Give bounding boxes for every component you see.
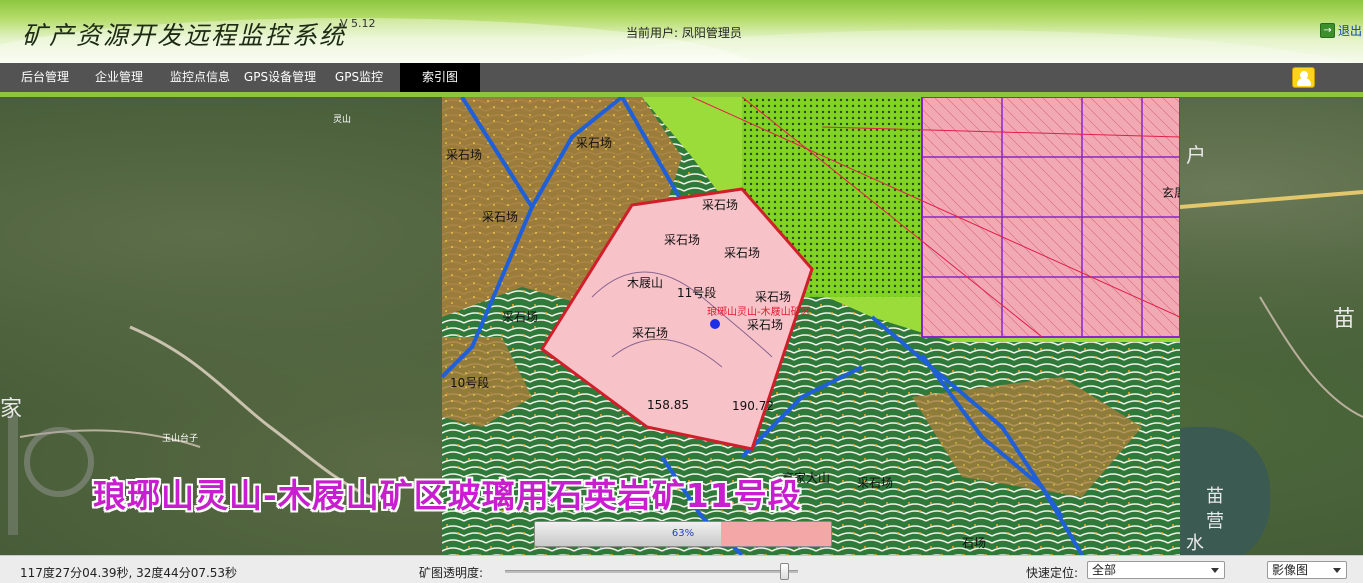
svg-text:采石场: 采石场 xyxy=(702,198,738,212)
zoom-slider[interactable] xyxy=(8,415,18,535)
opacity-slider-thumb[interactable] xyxy=(780,563,790,580)
exit-icon: → xyxy=(1320,23,1335,38)
nav-item-index-map[interactable]: 索引图 xyxy=(400,63,480,92)
nav-item-monitor-points[interactable]: 监控点信息 xyxy=(161,63,239,92)
version-label: V 5.12 xyxy=(340,17,376,30)
main-nav: 后台管理 企业管理 监控点信息 GPS设备管理 GPS监控 索引图 xyxy=(0,63,1363,92)
logout-label: 退出 xyxy=(1338,24,1363,38)
map-label-hu: 户 xyxy=(1186,143,1206,167)
quick-locate-select[interactable]: 全部 xyxy=(1087,561,1225,579)
quick-locate-value: 全部 xyxy=(1092,563,1117,577)
quick-locate-label: 快速定位: xyxy=(1026,566,1079,580)
svg-text:158.85: 158.85 xyxy=(647,398,689,412)
svg-text:采石场: 采石场 xyxy=(502,310,538,324)
map-label-ying: 营 xyxy=(1206,511,1224,532)
svg-text:11号段: 11号段 xyxy=(677,285,716,300)
svg-text:190.72: 190.72 xyxy=(732,399,774,413)
svg-text:石场: 石场 xyxy=(962,536,986,550)
svg-text:10号段: 10号段 xyxy=(450,375,489,390)
opacity-label: 矿图透明度: xyxy=(419,566,484,580)
nav-item-gps-devices[interactable]: GPS设备管理 xyxy=(240,63,320,92)
svg-text:采石场: 采石场 xyxy=(576,136,612,150)
map-label-shui: 水 xyxy=(1186,533,1204,554)
coordinates-readout: 117度27分04.39秒, 32度44分07.53秒 xyxy=(20,566,238,580)
nav-item-admin[interactable]: 后台管理 xyxy=(10,63,80,92)
progress-text: 63% xyxy=(671,528,695,539)
loading-progress-bar: 63% xyxy=(534,521,832,547)
map-label-miao-1: 苗 xyxy=(1333,307,1356,332)
svg-text:采石场: 采石场 xyxy=(664,233,700,247)
basemap-select[interactable]: 影像图 xyxy=(1267,561,1347,579)
map-label-lingshan: 灵山 xyxy=(333,115,352,125)
svg-text:琅琊山灵山-木屐山矿区: 琅琊山灵山-木屐山矿区 xyxy=(707,305,811,318)
map-view[interactable]: 采石场 采石场 采石场 采石场 采石场 采石场 木屐山 11号段 采石场 采石场… xyxy=(0,97,1363,555)
svg-text:采石场: 采石场 xyxy=(446,148,482,162)
logout-button[interactable]: → 退出 xyxy=(1320,22,1362,39)
svg-text:采石场: 采石场 xyxy=(482,210,518,224)
current-user-label: 当前用户: 凤阳管理员 xyxy=(626,26,742,40)
svg-text:采石场: 采石场 xyxy=(857,476,893,490)
opacity-slider[interactable] xyxy=(505,563,798,580)
header: 矿产资源开发远程监控系统 V 5.12 当前用户: 凤阳管理员 → 退出 xyxy=(0,0,1363,63)
pan-control[interactable] xyxy=(24,427,94,497)
basemap-value: 影像图 xyxy=(1272,563,1309,577)
chevron-down-icon xyxy=(1211,568,1219,573)
nav-item-enterprise[interactable]: 企业管理 xyxy=(84,63,154,92)
svg-text:玄周圩: 玄周圩 xyxy=(1162,185,1180,200)
map-label-miao-2: 苗 xyxy=(1206,486,1224,507)
svg-text:采石场: 采石场 xyxy=(632,326,668,340)
mine-name-caption: 琅琊山灵山-木屐山矿区玻璃用石英岩矿11号段 xyxy=(93,476,802,515)
app-title: 矿产资源开发远程监控系统 xyxy=(22,21,347,50)
nav-item-gps-monitor[interactable]: GPS监控 xyxy=(325,63,393,92)
svg-text:采石场: 采石场 xyxy=(755,290,791,304)
map-label-yushan-taizi: 玉山台子 xyxy=(162,434,199,444)
svg-text:木屐山: 木屐山 xyxy=(627,276,663,290)
svg-text:采石场: 采石场 xyxy=(724,246,760,260)
svg-text:采石场: 采石场 xyxy=(747,318,783,332)
user-icon[interactable] xyxy=(1292,67,1315,88)
chevron-down-icon xyxy=(1333,568,1341,573)
status-bar: 117度27分04.39秒, 32度44分07.53秒 矿图透明度: 快速定位:… xyxy=(0,555,1363,583)
